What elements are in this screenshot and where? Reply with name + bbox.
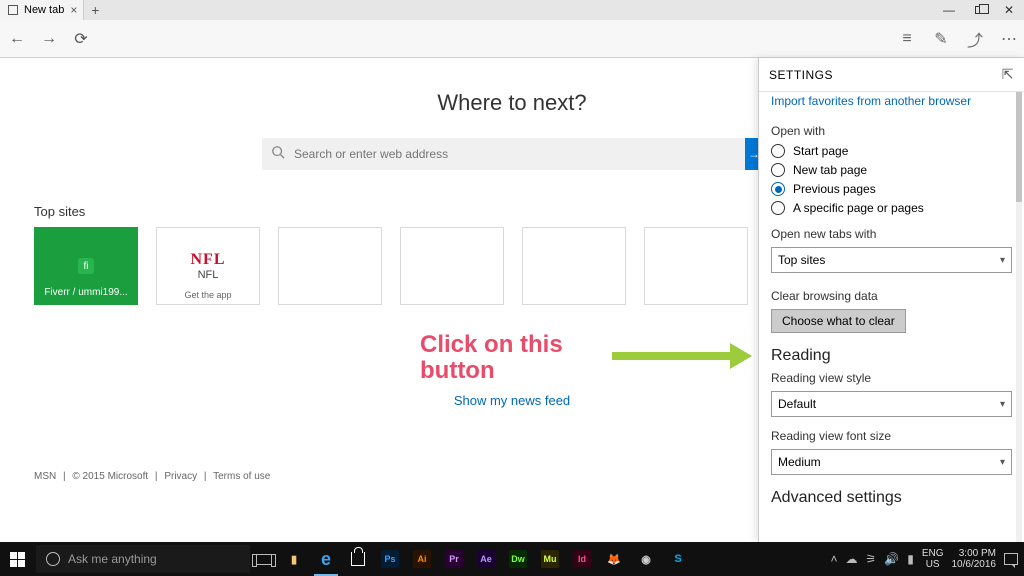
- cortana-placeholder: Ask me anything: [68, 552, 157, 566]
- footer-msn[interactable]: MSN: [34, 471, 56, 482]
- hub-icon[interactable]: ≡: [898, 30, 916, 48]
- reading-font-label: Reading view font size: [771, 429, 1012, 443]
- radio-new-tab-page[interactable]: New tab page: [771, 163, 1012, 177]
- tile-empty[interactable]: [278, 227, 382, 305]
- tab-page-icon: [8, 5, 18, 15]
- page-footer: MSN | © 2015 Microsoft | Privacy | Terms…: [34, 471, 270, 482]
- radio-previous-pages[interactable]: Previous pages: [771, 182, 1012, 196]
- choose-what-to-clear-button[interactable]: Choose what to clear: [771, 309, 906, 333]
- task-view-button[interactable]: [250, 542, 278, 576]
- footer-terms[interactable]: Terms of use: [213, 471, 270, 482]
- tray-clock[interactable]: 3:00 PM 10/6/2016: [952, 548, 997, 570]
- tile-empty[interactable]: [400, 227, 504, 305]
- app-id[interactable]: Id: [566, 542, 598, 576]
- reading-font-select[interactable]: Medium ▾: [771, 449, 1012, 475]
- advanced-settings-heading: Advanced settings: [771, 489, 1012, 507]
- tray-wifi-icon[interactable]: ⚞: [866, 552, 877, 566]
- more-icon[interactable]: ⋯: [1000, 30, 1018, 48]
- browser-toolbar: ← → ⟳ ≡ ✎ ⤴ ⋯: [0, 20, 1024, 58]
- nfl-logo-icon: NFL: [191, 251, 226, 269]
- address-search-box[interactable]: →: [262, 138, 762, 170]
- action-center-icon[interactable]: [1004, 553, 1018, 565]
- new-tab-button[interactable]: +: [84, 2, 106, 18]
- search-icon: [262, 145, 294, 164]
- settings-title: SETTINGS: [769, 68, 833, 82]
- app-ae[interactable]: Ae: [470, 542, 502, 576]
- browser-tab[interactable]: New tab ×: [0, 0, 84, 20]
- window-close-button[interactable]: ✕: [994, 0, 1024, 20]
- app-pr[interactable]: Pr: [438, 542, 470, 576]
- taskbar-apps: ▮ e Ps Ai Pr Ae Dw Mu Id 🦊 ◉ S: [278, 542, 694, 576]
- tray-onedrive-icon[interactable]: ☁: [846, 552, 858, 566]
- tile-nfl[interactable]: NFL NFL Get the app: [156, 227, 260, 305]
- footer-privacy[interactable]: Privacy: [164, 471, 197, 482]
- tab-title: New tab: [24, 4, 64, 16]
- search-input[interactable]: [294, 147, 762, 161]
- open-with-label: Open with: [771, 124, 1012, 138]
- windows-logo-icon: [10, 552, 25, 567]
- tab-close-icon[interactable]: ×: [70, 3, 77, 17]
- app-skype[interactable]: S: [662, 542, 694, 576]
- app-edge[interactable]: e: [310, 542, 342, 576]
- reading-heading: Reading: [771, 347, 1012, 365]
- new-tabs-select[interactable]: Top sites ▾: [771, 247, 1012, 273]
- reading-style-label: Reading view style: [771, 371, 1012, 385]
- tray-language[interactable]: ENG US: [922, 548, 944, 570]
- chevron-down-icon: ▾: [1000, 255, 1005, 266]
- start-button[interactable]: [0, 542, 34, 576]
- tray-chevron-up-icon[interactable]: ˄: [830, 552, 837, 566]
- radio-specific-page[interactable]: A specific page or pages: [771, 201, 1012, 215]
- window-maximize-button[interactable]: [964, 0, 994, 20]
- refresh-button[interactable]: ⟳: [72, 30, 90, 48]
- back-button[interactable]: ←: [8, 30, 26, 48]
- new-tabs-label: Open new tabs with: [771, 227, 1012, 241]
- windows-taskbar: Ask me anything ▮ e Ps Ai Pr Ae Dw Mu Id…: [0, 542, 1024, 576]
- app-file-explorer[interactable]: ▮: [278, 542, 310, 576]
- tile-empty[interactable]: [644, 227, 748, 305]
- show-news-link[interactable]: Show my news feed: [454, 393, 570, 408]
- import-favorites-link[interactable]: Import favorites from another browser: [771, 92, 1012, 118]
- system-tray: ˄ ☁ ⚞ 🔊 ▮ ENG US 3:00 PM 10/6/2016: [830, 542, 1024, 576]
- clear-data-label: Clear browsing data: [771, 289, 1012, 303]
- settings-panel: SETTINGS ⇱ Import favorites from another…: [758, 58, 1024, 542]
- tile-empty[interactable]: [522, 227, 626, 305]
- tile-label: Fiverr / ummi199...: [44, 287, 127, 298]
- app-firefox[interactable]: 🦊: [598, 542, 630, 576]
- window-minimize-button[interactable]: —: [934, 0, 964, 20]
- chevron-down-icon: ▾: [1000, 399, 1005, 410]
- fiverr-icon: fi: [78, 258, 94, 274]
- annotation-callout: Click on this button: [420, 332, 563, 385]
- annotation-arrow-icon: [612, 346, 752, 366]
- reading-style-select[interactable]: Default ▾: [771, 391, 1012, 417]
- app-store[interactable]: [342, 542, 374, 576]
- app-dw[interactable]: Dw: [502, 542, 534, 576]
- settings-scrollbar[interactable]: [1016, 92, 1022, 542]
- chevron-down-icon: ▾: [1000, 457, 1005, 468]
- tile-label: NFL: [198, 269, 219, 281]
- cortana-icon: [46, 552, 60, 566]
- app-chrome[interactable]: ◉: [630, 542, 662, 576]
- webnote-icon[interactable]: ✎: [932, 30, 950, 48]
- settings-header: SETTINGS ⇱: [759, 58, 1024, 92]
- pin-icon[interactable]: ⇱: [1002, 66, 1014, 83]
- tile-fiverr[interactable]: fi Fiverr / ummi199...: [34, 227, 138, 305]
- footer-copyright: © 2015 Microsoft: [72, 471, 148, 482]
- app-mu[interactable]: Mu: [534, 542, 566, 576]
- tile-sublabel: Get the app: [184, 290, 231, 300]
- share-icon[interactable]: ⤴: [966, 30, 984, 48]
- cortana-search[interactable]: Ask me anything: [36, 545, 250, 573]
- tray-volume-icon[interactable]: 🔊: [884, 552, 899, 566]
- window-titlebar: New tab × + — ✕: [0, 0, 1024, 20]
- radio-start-page[interactable]: Start page: [771, 144, 1012, 158]
- app-ai[interactable]: Ai: [406, 542, 438, 576]
- tray-battery-icon[interactable]: ▮: [907, 552, 914, 566]
- app-ps[interactable]: Ps: [374, 542, 406, 576]
- forward-button[interactable]: →: [40, 30, 58, 48]
